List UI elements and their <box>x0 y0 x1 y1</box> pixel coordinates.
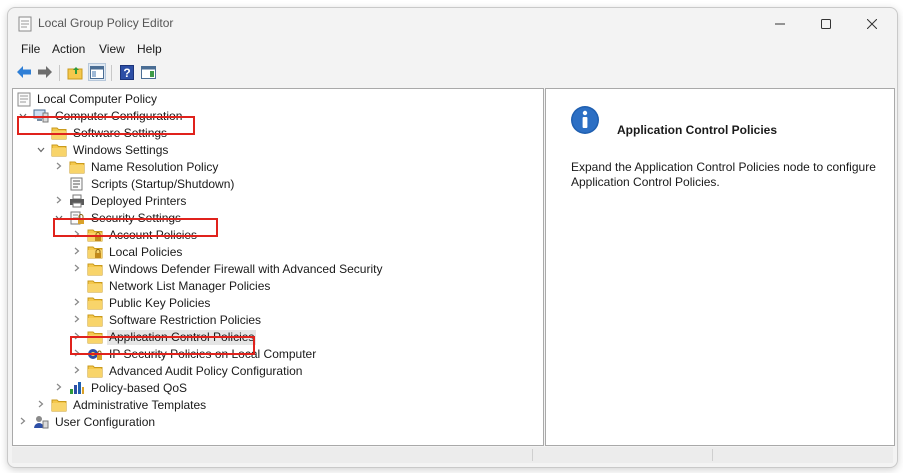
highlight-box-security-settings <box>53 218 218 237</box>
tree-node-label: Deployed Printers <box>91 194 187 208</box>
close-icon <box>867 19 877 29</box>
tree-node-label: Windows Settings <box>73 143 169 157</box>
back-button[interactable] <box>15 63 33 81</box>
tree-node-label: Network List Manager Policies <box>109 279 271 293</box>
tree-node-administrative-templates[interactable]: Administrative Templates <box>13 397 533 414</box>
details-description: Expand the Application Control Policies … <box>571 160 876 189</box>
tree-node-deployed-printers[interactable]: Deployed Printers <box>13 193 533 210</box>
minimize-button[interactable] <box>757 8 803 40</box>
highlight-box-computer-configuration <box>17 116 195 135</box>
tree-node-label: User Configuration <box>55 415 156 429</box>
info-icon <box>570 105 600 135</box>
locked-folder-icon <box>87 245 103 260</box>
scripts-icon <box>69 177 85 192</box>
menu-action[interactable]: Action <box>52 42 85 56</box>
menu-bar: File Action View Help <box>8 40 897 60</box>
policy-editor-app-icon <box>18 16 32 32</box>
tree-node-software-restriction-policies[interactable]: Software Restriction Policies <box>13 312 533 329</box>
folder-icon <box>87 313 103 328</box>
folder-icon <box>51 143 67 158</box>
tree-node-label: Advanced Audit Policy Configuration <box>109 364 303 378</box>
tree-node-label: Administrative Templates <box>73 398 207 412</box>
tree-node-local-policies[interactable]: Local Policies <box>13 244 533 261</box>
tree-node-user-configuration[interactable]: User Configuration <box>13 414 533 431</box>
tree-node-label: Public Key Policies <box>109 296 211 310</box>
app-window: Local Group Policy Editor File Action Vi… <box>7 7 898 468</box>
chevron-right-icon[interactable] <box>71 363 83 380</box>
tree-node-label: Name Resolution Policy <box>91 160 219 174</box>
minimize-icon <box>775 23 785 25</box>
toolbar: ? <box>8 62 897 84</box>
chevron-right-icon[interactable] <box>71 312 83 329</box>
toolbar-separator <box>59 65 60 81</box>
action-pane-icon <box>140 65 156 79</box>
status-bar-divider <box>712 449 713 461</box>
status-bar-divider <box>532 449 533 461</box>
tree-node-name-resolution-policy[interactable]: Name Resolution Policy <box>13 159 533 176</box>
tree-node-label: Policy-based QoS <box>91 381 188 395</box>
tree-node-windows-defender-firewall-with-advanced-security[interactable]: Windows Defender Firewall with Advanced … <box>13 261 533 278</box>
highlight-box-application-control-policies <box>70 336 255 355</box>
maximize-button[interactable] <box>803 8 849 40</box>
user-icon <box>33 415 49 430</box>
folder-icon <box>87 262 103 277</box>
tree-node-network-list-manager-policies[interactable]: Network List Manager Policies <box>13 278 533 295</box>
folder-icon <box>87 279 103 294</box>
tree-node-label: Local Computer Policy <box>37 92 158 106</box>
printer-icon <box>69 194 85 209</box>
svg-text:?: ? <box>123 66 130 80</box>
up-folder-icon <box>67 66 83 79</box>
menu-file[interactable]: File <box>21 42 40 56</box>
title-bar: Local Group Policy Editor <box>8 8 897 40</box>
tree-node-label: Scripts (Startup/Shutdown) <box>91 177 235 191</box>
up-one-level-button[interactable] <box>66 63 84 81</box>
chevron-right-icon[interactable] <box>35 397 47 414</box>
forward-button[interactable] <box>36 63 54 81</box>
window-title: Local Group Policy Editor <box>38 16 174 30</box>
tree-node-policy-based-qos[interactable]: Policy-based QoS <box>13 380 533 397</box>
details-title: Application Control Policies <box>617 123 778 137</box>
help-icon: ? <box>120 64 134 80</box>
back-icon <box>17 66 31 78</box>
menu-help[interactable]: Help <box>137 42 162 56</box>
chevron-right-icon[interactable] <box>71 261 83 278</box>
chevron-right-icon[interactable] <box>53 159 65 176</box>
help-button[interactable]: ? <box>118 63 136 81</box>
close-button[interactable] <box>849 8 895 40</box>
tree-node-scripts-startup-shutdown[interactable]: Scripts (Startup/Shutdown) <box>13 176 533 193</box>
tree-node-label: Software Restriction Policies <box>109 313 262 327</box>
tree-node-label: Windows Defender Firewall with Advanced … <box>109 262 383 276</box>
chevron-right-icon[interactable] <box>53 380 65 397</box>
chevron-right-icon[interactable] <box>71 244 83 261</box>
tree-node-windows-settings[interactable]: Windows Settings <box>13 142 533 159</box>
chevron-right-icon[interactable] <box>53 193 65 210</box>
tree-node-label: Local Policies <box>109 245 183 259</box>
folder-icon <box>87 364 103 379</box>
details-pane: Application Control Policies Expand the … <box>545 88 895 446</box>
show-hide-console-tree-icon <box>90 65 104 79</box>
tree-node-advanced-audit-policy-configuration[interactable]: Advanced Audit Policy Configuration <box>13 363 533 380</box>
chevron-right-icon[interactable] <box>17 414 29 431</box>
maximize-icon <box>821 19 831 29</box>
tree-node-public-key-policies[interactable]: Public Key Policies <box>13 295 533 312</box>
folder-icon <box>87 296 103 311</box>
folder-icon <box>51 398 67 413</box>
toolbar-separator <box>111 65 112 81</box>
forward-icon <box>38 66 52 78</box>
tree-node-local-computer-policy[interactable]: Local Computer Policy <box>13 91 533 108</box>
status-bar <box>12 447 893 463</box>
console-tree[interactable]: Local Computer Policy Computer Configura… <box>12 88 544 446</box>
chevron-right-icon[interactable] <box>71 295 83 312</box>
qos-chart-icon <box>69 381 85 396</box>
menu-view[interactable]: View <box>99 42 125 56</box>
folder-icon <box>69 160 85 175</box>
policy-document-icon <box>17 92 33 107</box>
show-hide-console-tree-button[interactable] <box>88 63 106 81</box>
chevron-down-icon[interactable] <box>35 142 47 159</box>
show-action-pane-button[interactable] <box>139 63 157 81</box>
